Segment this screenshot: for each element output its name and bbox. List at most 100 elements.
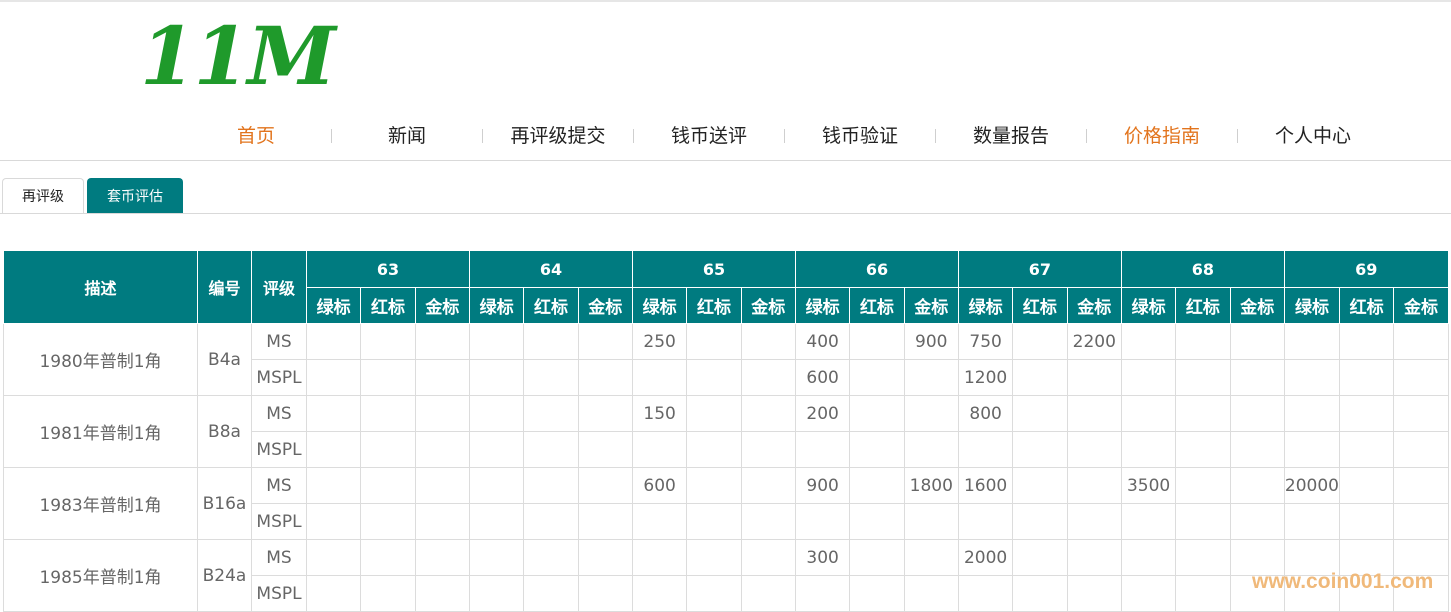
price-cell bbox=[1338, 323, 1395, 360]
grade-header: 63 bbox=[306, 250, 470, 288]
grade-header: 66 bbox=[794, 250, 959, 288]
price-cell bbox=[740, 395, 796, 432]
price-cell bbox=[523, 467, 579, 504]
price-cell bbox=[1012, 575, 1068, 612]
price-cell bbox=[794, 431, 851, 468]
price-cell bbox=[1175, 467, 1231, 504]
label-header: 绿标 bbox=[794, 287, 851, 324]
coin-code: B16a bbox=[197, 467, 252, 540]
price-cell bbox=[794, 503, 851, 540]
price-cell bbox=[414, 359, 470, 396]
tab-1[interactable]: 套币评估 bbox=[87, 178, 183, 214]
site-logo[interactable]: 11M bbox=[140, 14, 336, 98]
price-cell bbox=[1120, 575, 1177, 612]
price-cell bbox=[414, 467, 470, 504]
price-cell bbox=[1120, 359, 1177, 396]
price-cell bbox=[1338, 359, 1395, 396]
price-cell bbox=[686, 503, 742, 540]
price-cell bbox=[849, 395, 905, 432]
price-cell bbox=[1012, 395, 1068, 432]
coin-description: 1981年普制1角 bbox=[3, 395, 198, 468]
price-cell bbox=[1066, 467, 1122, 504]
price-cell bbox=[523, 539, 579, 576]
price-cell: 800 bbox=[957, 395, 1014, 432]
price-cell bbox=[740, 431, 796, 468]
price-cell bbox=[1175, 503, 1231, 540]
price-cell bbox=[468, 323, 525, 360]
price-cell bbox=[1012, 467, 1068, 504]
price-cell bbox=[1120, 539, 1177, 576]
price-cell: 600 bbox=[631, 467, 688, 504]
price-cell bbox=[414, 575, 470, 612]
price-cell bbox=[360, 467, 416, 504]
table-row: 1981年普制1角 B8a MS 150 200 800 bbox=[3, 395, 1449, 468]
nav-item-2[interactable]: 再评级提交 bbox=[483, 118, 633, 154]
price-cell: 250 bbox=[631, 323, 688, 360]
price-cell bbox=[740, 467, 796, 504]
price-cell bbox=[1012, 431, 1068, 468]
price-cell bbox=[577, 431, 633, 468]
grade-type: MSPL bbox=[251, 575, 307, 612]
price-cell: 300 bbox=[794, 539, 851, 576]
price-cell bbox=[305, 359, 362, 396]
price-cell bbox=[957, 503, 1014, 540]
price-cell bbox=[360, 359, 416, 396]
price-cell: 900 bbox=[794, 467, 851, 504]
nav-divider bbox=[0, 160, 1451, 161]
nav-item-5[interactable]: 数量报告 bbox=[936, 118, 1086, 154]
nav-item-0[interactable]: 首页 bbox=[181, 118, 331, 154]
label-header: 绿标 bbox=[631, 287, 688, 324]
nav-item-6[interactable]: 价格指南 bbox=[1087, 118, 1237, 154]
nav-item-7[interactable]: 个人中心 bbox=[1238, 118, 1388, 154]
price-cell bbox=[849, 467, 905, 504]
price-cell bbox=[1175, 539, 1231, 576]
price-cell bbox=[1338, 467, 1395, 504]
nav-item-1[interactable]: 新闻 bbox=[332, 118, 482, 154]
price-cell bbox=[686, 467, 742, 504]
price-cell bbox=[1338, 395, 1395, 432]
price-cell bbox=[1393, 323, 1449, 360]
price-cell bbox=[1175, 359, 1231, 396]
price-cell bbox=[686, 395, 742, 432]
nav-item-4[interactable]: 钱币验证 bbox=[785, 118, 935, 154]
price-cell bbox=[903, 539, 959, 576]
price-cell bbox=[468, 539, 525, 576]
label-header: 金标 bbox=[1229, 287, 1285, 324]
price-cell bbox=[1012, 539, 1068, 576]
price-cell: 20000 bbox=[1283, 467, 1341, 504]
price-cell bbox=[849, 323, 905, 360]
price-cell: 750 bbox=[957, 323, 1014, 360]
nav-item-3[interactable]: 钱币送评 bbox=[634, 118, 784, 154]
table-row: 1985年普制1角 B24a MS 300 2000 bbox=[3, 539, 1449, 612]
price-cell bbox=[577, 395, 633, 432]
price-cell bbox=[360, 395, 416, 432]
label-header: 金标 bbox=[903, 287, 959, 324]
header-grade: 评级 bbox=[251, 250, 307, 324]
price-cell bbox=[468, 395, 525, 432]
price-cell bbox=[1283, 395, 1341, 432]
label-header: 绿标 bbox=[1120, 287, 1177, 324]
price-cell bbox=[631, 503, 688, 540]
tab-0[interactable]: 再评级 bbox=[2, 178, 84, 214]
price-cell bbox=[305, 395, 362, 432]
price-cell bbox=[305, 467, 362, 504]
price-cell: 1600 bbox=[957, 467, 1014, 504]
price-cell bbox=[1066, 395, 1122, 432]
price-cell: 3500 bbox=[1120, 467, 1177, 504]
price-cell bbox=[686, 359, 742, 396]
price-cell bbox=[1012, 323, 1068, 360]
price-cell bbox=[414, 323, 470, 360]
watermark: www.coin001.com bbox=[1252, 570, 1434, 593]
grade-header: 64 bbox=[468, 250, 633, 288]
grade-type: MSPL bbox=[251, 431, 307, 468]
price-cell bbox=[631, 359, 688, 396]
price-cell bbox=[1393, 467, 1449, 504]
price-cell bbox=[577, 503, 633, 540]
grade-type: MSPL bbox=[251, 359, 307, 396]
label-header: 金标 bbox=[1066, 287, 1122, 324]
grade-type: MS bbox=[251, 467, 307, 504]
price-cell bbox=[1120, 431, 1177, 468]
label-header: 绿标 bbox=[957, 287, 1014, 324]
price-cell bbox=[1229, 359, 1285, 396]
coin-description: 1980年普制1角 bbox=[3, 323, 198, 396]
